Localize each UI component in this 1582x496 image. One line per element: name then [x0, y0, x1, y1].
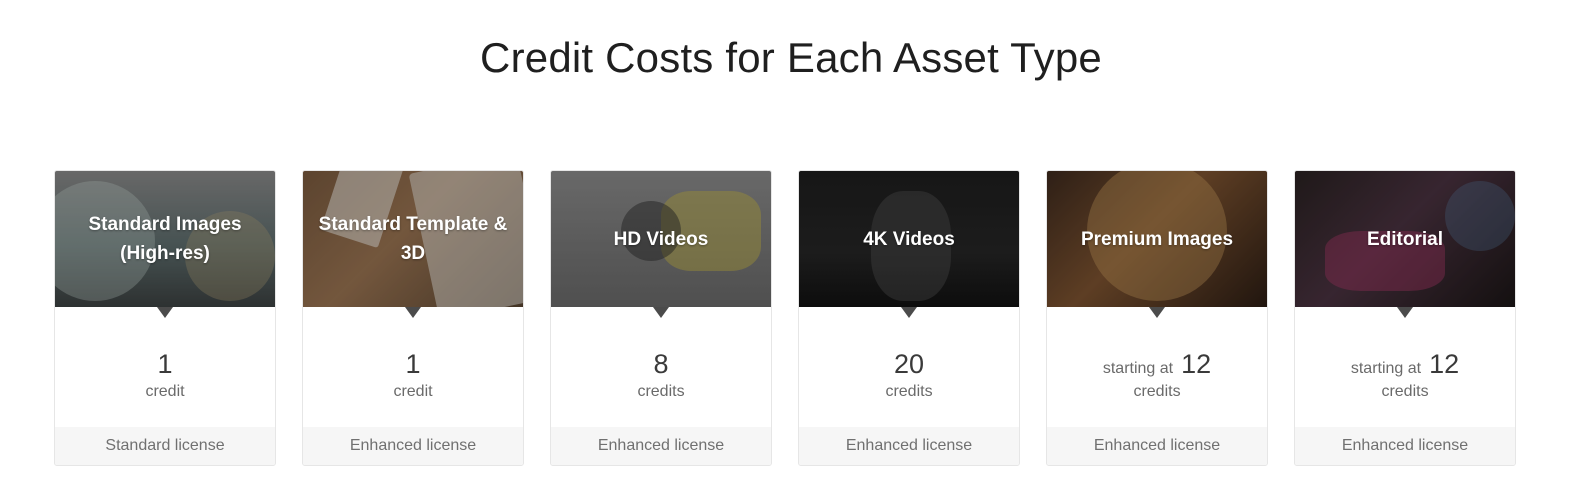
credit-amount-row: 20 [799, 349, 1019, 380]
license-label: Enhanced license [1295, 427, 1515, 465]
credit-costs-section: Credit Costs for Each Asset Type Standar… [0, 0, 1582, 496]
asset-card-hd-videos[interactable]: HD Videos 8 credits Enhanced license [550, 170, 772, 466]
card-hero-image: Editorial [1295, 171, 1515, 307]
card-hero-image: HD Videos [551, 171, 771, 307]
card-title: HD Videos [613, 228, 709, 250]
asset-card-standard-template-3d[interactable]: Standard Template & 3D 1 credit Enhanced… [302, 170, 524, 466]
credit-amount-row: 1 [55, 349, 275, 380]
card-title: 4K Videos [863, 228, 955, 250]
credit-unit: credits [637, 383, 685, 400]
card-body: 20 credits [799, 307, 1019, 429]
credit-unit: credits [885, 383, 933, 400]
card-title: Editorial [1366, 228, 1443, 250]
license-label: Enhanced license [303, 427, 523, 465]
card-body: starting at 12 credits [1295, 307, 1515, 429]
credit-amount: 1 [157, 349, 173, 379]
credit-unit: credits [1133, 383, 1181, 400]
credit-unit: credit [145, 383, 185, 400]
asset-card-premium-images[interactable]: Premium Images starting at 12 credits En… [1046, 170, 1268, 466]
license-label: Enhanced license [1047, 427, 1267, 465]
credit-amount: 12 [1429, 349, 1460, 379]
credit-amount-row: starting at 12 [1295, 349, 1515, 380]
amount-prefix: starting at [1350, 360, 1422, 377]
card-hero-image: Standard Images (High-res) [55, 171, 275, 307]
card-hero-image: Premium Images [1047, 171, 1267, 307]
credit-amount-row: starting at 12 [1047, 349, 1267, 380]
credit-amount-row: 8 [551, 349, 771, 380]
card-hero-image: 4K Videos [799, 171, 1019, 307]
card-body: 1 credit [303, 307, 523, 429]
credit-amount: 8 [653, 349, 669, 379]
license-label: Enhanced license [551, 427, 771, 465]
card-title: Premium Images [1080, 228, 1234, 250]
license-label: Standard license [55, 427, 275, 465]
credit-amount-row: 1 [303, 349, 523, 380]
page-title: Credit Costs for Each Asset Type [480, 34, 1102, 81]
credit-unit: credits [1381, 383, 1429, 400]
credit-amount: 12 [1181, 349, 1212, 379]
card-body: starting at 12 credits [1047, 307, 1267, 429]
card-body: 1 credit [55, 307, 275, 429]
card-hero-image: Standard Template & 3D [303, 171, 523, 307]
card-body: 8 credits [551, 307, 771, 429]
license-label: Enhanced license [799, 427, 1019, 465]
card-list: Standard Images (High-res) 1 credit Stan… [54, 170, 1516, 466]
credit-amount: 1 [405, 349, 421, 379]
credit-unit: credit [393, 383, 433, 400]
credit-amount: 20 [893, 349, 925, 379]
amount-prefix: starting at [1102, 360, 1174, 377]
asset-card-standard-images[interactable]: Standard Images (High-res) 1 credit Stan… [54, 170, 276, 466]
card-title: Standard Template & 3D [318, 214, 508, 264]
asset-card-editorial[interactable]: Editorial starting at 12 credits Enhance… [1294, 170, 1516, 466]
card-title: Standard Images (High-res) [88, 214, 242, 264]
asset-card-4k-videos[interactable]: 4K Videos 20 credits Enhanced license [798, 170, 1020, 466]
